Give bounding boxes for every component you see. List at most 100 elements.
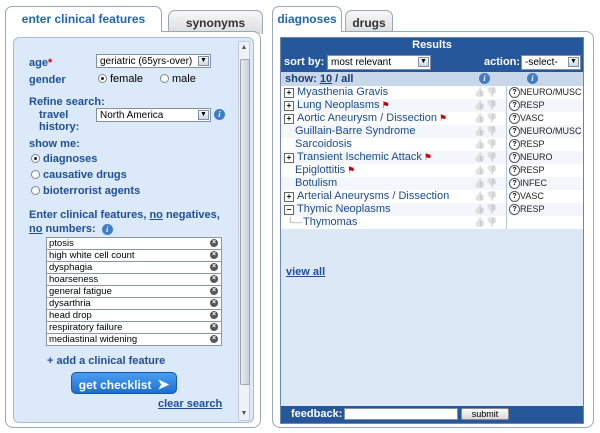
scroll-down-icon[interactable]: ▼: [240, 409, 248, 419]
help-icon[interactable]: ?: [509, 152, 520, 163]
show-10-link[interactable]: 10: [320, 73, 332, 85]
help-icon[interactable]: ?: [509, 204, 520, 215]
remove-icon[interactable]: ×: [210, 323, 218, 331]
thumbs-rating-icon[interactable]: 👍👎: [474, 151, 498, 164]
view-all-link[interactable]: view all: [286, 266, 325, 278]
vertical-scrollbar[interactable]: ▲ ▼: [238, 41, 250, 421]
show-diagnoses-radio[interactable]: diagnoses: [31, 153, 97, 165]
diagnosis-name[interactable]: Thymomas: [303, 216, 357, 228]
result-row[interactable]: Guillain-Barre Syndrome 👍👎? NEURO/MUSC: [281, 125, 583, 138]
clear-search-link[interactable]: clear search: [158, 398, 222, 410]
radio-unselected-icon[interactable]: [31, 186, 40, 195]
chevron-down-icon[interactable]: ▼: [198, 110, 209, 120]
result-row[interactable]: + Arterial Aneurysms / Dissection 👍👎? VASC: [281, 190, 583, 203]
help-icon[interactable]: ?: [509, 100, 520, 111]
thumbs-rating-icon[interactable]: 👍👎: [474, 99, 498, 112]
add-clinical-feature-link[interactable]: + add a clinical feature: [47, 355, 165, 367]
help-icon[interactable]: ?: [509, 191, 520, 202]
scroll-up-icon[interactable]: ▲: [240, 43, 248, 53]
expand-icon[interactable]: +: [284, 153, 294, 163]
radio-selected-icon[interactable]: [98, 74, 107, 83]
thumbs-rating-icon[interactable]: 👍👎: [474, 177, 498, 190]
help-icon[interactable]: ?: [509, 165, 520, 176]
tab-diagnoses[interactable]: diagnoses: [272, 6, 342, 32]
remove-icon[interactable]: ×: [210, 299, 218, 307]
show-bioterrorist-radio[interactable]: bioterrorist agents: [31, 185, 140, 197]
show-all-link[interactable]: / all: [332, 73, 353, 85]
thumbs-rating-icon[interactable]: 👍👎: [474, 86, 498, 99]
result-row[interactable]: Botulism 👍👎? INFEC: [281, 177, 583, 190]
remove-icon[interactable]: ×: [210, 251, 218, 259]
diagnosis-name[interactable]: Arterial Aneurysms / Dissection: [297, 190, 449, 202]
action-select[interactable]: -select- ▼: [521, 55, 581, 70]
show-causative-drugs-radio[interactable]: causative drugs: [31, 169, 127, 181]
diagnosis-name[interactable]: Thymic Neoplasms: [297, 203, 391, 215]
diagnosis-name[interactable]: Transient Ischemic Attack: [297, 151, 422, 163]
result-row[interactable]: Sarcoidosis 👍👎? RESP: [281, 138, 583, 151]
remove-icon[interactable]: ×: [210, 263, 218, 271]
clinical-feature-item[interactable]: dysphagia ×: [46, 262, 222, 274]
clinical-feature-item[interactable]: high white cell count ×: [46, 250, 222, 262]
clinical-feature-item[interactable]: dysarthria ×: [46, 298, 222, 310]
diagnosis-name[interactable]: Myasthenia Gravis: [297, 86, 388, 98]
thumbs-rating-icon[interactable]: 👍👎: [474, 125, 498, 138]
travel-history-select[interactable]: North America ▼: [96, 108, 211, 122]
result-row[interactable]: − Thymic Neoplasms 👍👎? RESP: [281, 203, 583, 216]
help-icon[interactable]: ?: [509, 178, 520, 189]
help-icon[interactable]: ?: [509, 139, 520, 150]
clinical-feature-item[interactable]: respiratory failure ×: [46, 322, 222, 334]
result-row[interactable]: + Myasthenia Gravis 👍👎? NEURO/MUSC: [281, 86, 583, 99]
info-icon[interactable]: i: [527, 73, 538, 84]
diagnosis-name[interactable]: Guillain-Barre Syndrome: [295, 125, 415, 137]
sort-by-select[interactable]: most relevant ▼: [327, 55, 431, 70]
thumbs-rating-icon[interactable]: 👍👎: [474, 112, 498, 125]
gender-male-radio[interactable]: male: [160, 73, 196, 85]
result-row[interactable]: + Aortic Aneurysm / Dissection ⚑ 👍👎? VASC: [281, 112, 583, 125]
info-icon[interactable]: i: [479, 73, 490, 84]
thumbs-rating-icon[interactable]: 👍👎: [474, 138, 498, 151]
diagnosis-name[interactable]: Aortic Aneurysm / Dissection: [297, 112, 437, 124]
age-select[interactable]: geriatric (65yrs-over) ▼: [96, 54, 211, 68]
clinical-feature-item[interactable]: general fatigue ×: [46, 286, 222, 298]
diagnosis-name[interactable]: Lung Neoplasms: [297, 99, 380, 111]
thumbs-rating-icon[interactable]: 👍👎: [474, 164, 498, 177]
remove-icon[interactable]: ×: [210, 287, 218, 295]
result-row[interactable]: + Transient Ischemic Attack ⚑ 👍👎? NEURO: [281, 151, 583, 164]
thumbs-rating-icon[interactable]: 👍👎: [474, 190, 498, 203]
remove-icon[interactable]: ×: [210, 275, 218, 283]
help-icon[interactable]: ?: [509, 87, 520, 98]
diagnosis-name[interactable]: Sarcoidosis: [295, 138, 352, 150]
expand-icon[interactable]: +: [284, 114, 294, 124]
expand-icon[interactable]: +: [284, 101, 294, 111]
expand-icon[interactable]: +: [284, 88, 294, 98]
tab-enter-clinical-features[interactable]: enter clinical features: [5, 6, 162, 32]
diagnosis-name[interactable]: Botulism: [295, 177, 337, 189]
remove-icon[interactable]: ×: [210, 239, 218, 247]
chevron-down-icon[interactable]: ▼: [568, 57, 579, 67]
radio-unselected-icon[interactable]: [31, 170, 40, 179]
expand-icon[interactable]: +: [284, 192, 294, 202]
help-icon[interactable]: ?: [509, 126, 520, 137]
thumbs-rating-icon[interactable]: 👍👎: [474, 216, 498, 229]
clinical-feature-item[interactable]: ptosis ×: [46, 237, 222, 250]
collapse-icon[interactable]: −: [284, 205, 294, 215]
result-row[interactable]: └—Thymomas 👍👎: [281, 216, 583, 229]
scroll-thumb[interactable]: [240, 59, 250, 385]
help-icon[interactable]: ?: [509, 113, 520, 124]
chevron-down-icon[interactable]: ▼: [418, 57, 429, 67]
radio-selected-icon[interactable]: [31, 154, 40, 163]
radio-unselected-icon[interactable]: [160, 74, 169, 83]
clinical-feature-item[interactable]: mediastinal widening ×: [46, 334, 222, 346]
feedback-input[interactable]: [344, 408, 458, 420]
remove-icon[interactable]: ×: [210, 311, 218, 319]
chevron-down-icon[interactable]: ▼: [198, 56, 209, 66]
remove-icon[interactable]: ×: [210, 335, 218, 343]
clinical-feature-item[interactable]: hoarseness ×: [46, 274, 222, 286]
get-checklist-button[interactable]: get checklist ➤: [71, 372, 177, 394]
clinical-feature-item[interactable]: head drop ×: [46, 310, 222, 322]
info-icon[interactable]: i: [101, 224, 113, 235]
submit-button[interactable]: submit: [461, 408, 509, 420]
result-row[interactable]: Epiglottitis ⚑ 👍👎? RESP: [281, 164, 583, 177]
result-row[interactable]: + Lung Neoplasms ⚑ 👍👎? RESP: [281, 99, 583, 112]
gender-female-radio[interactable]: female: [98, 73, 143, 85]
